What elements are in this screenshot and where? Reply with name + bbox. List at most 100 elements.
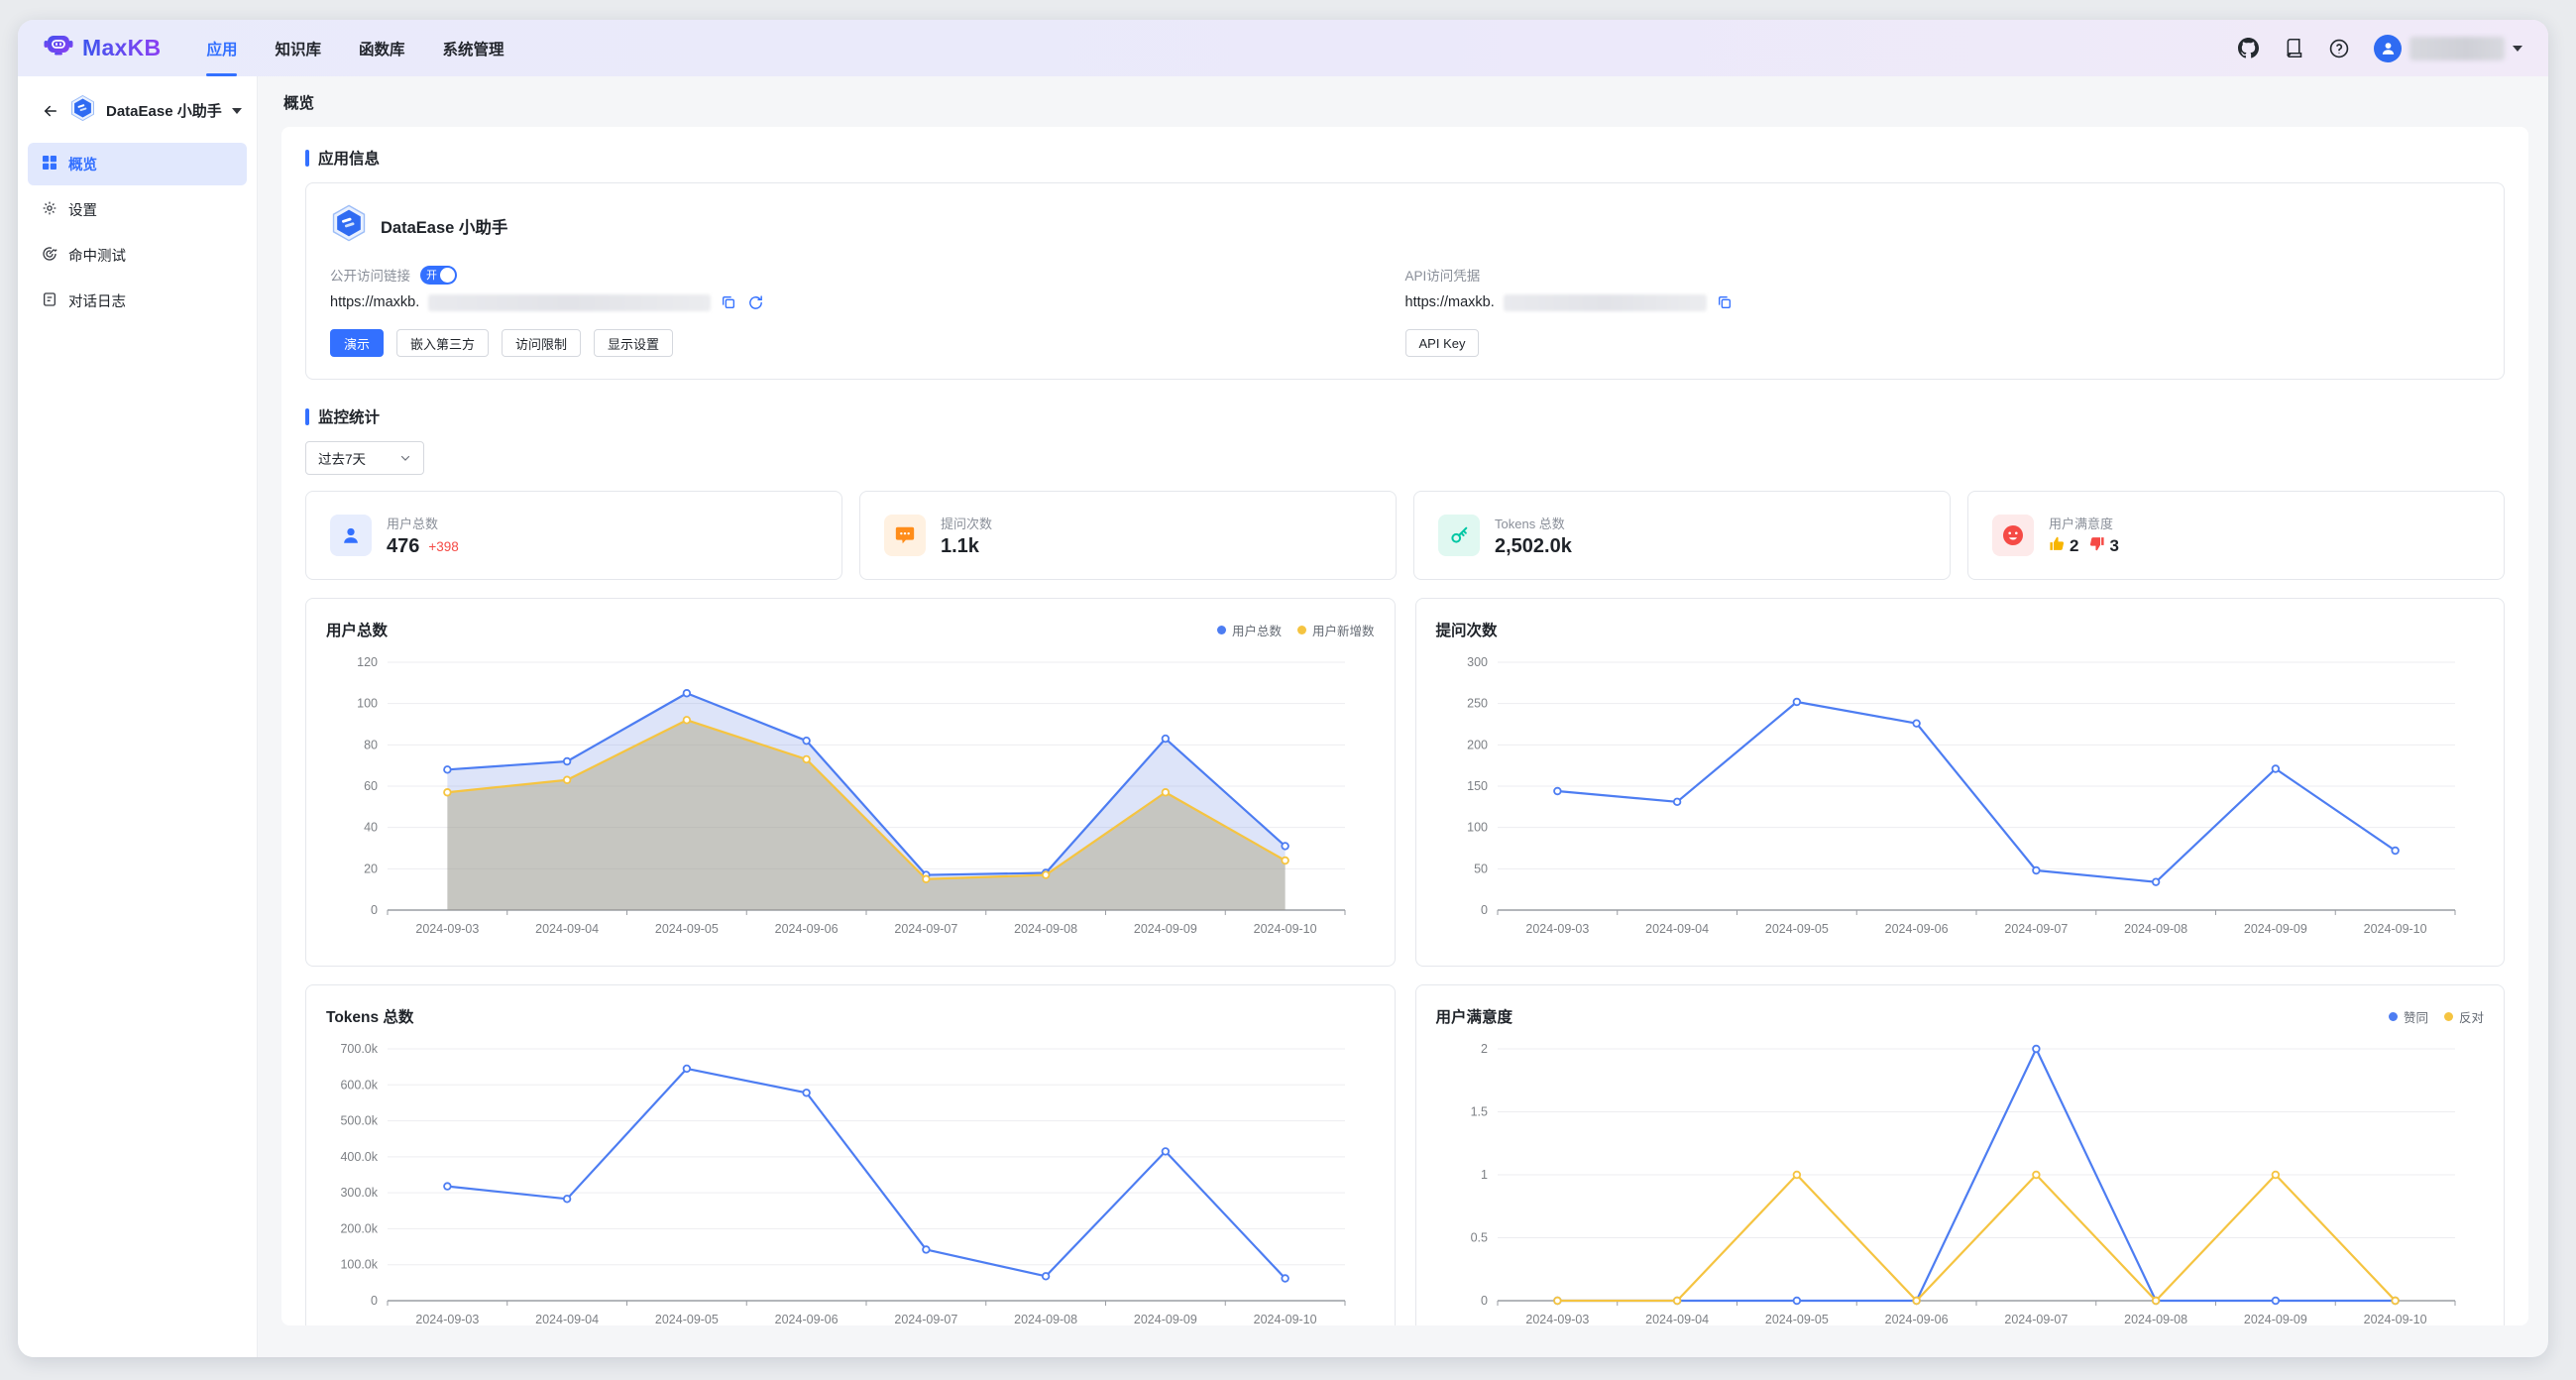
refresh-icon[interactable] <box>746 293 764 311</box>
copy-icon[interactable] <box>1716 293 1734 311</box>
time-range-value: 过去7天 <box>318 448 366 468</box>
svg-text:60: 60 <box>364 779 378 793</box>
display-settings-button[interactable]: 显示设置 <box>594 329 673 357</box>
sidebar-item-hit-test[interactable]: 命中测试 <box>28 234 247 277</box>
legend-dot <box>1217 626 1226 634</box>
svg-text:500.0k: 500.0k <box>340 1114 378 1128</box>
svg-text:150: 150 <box>1467 779 1488 793</box>
sidebar-item-label: 命中测试 <box>68 245 126 266</box>
legend-dot <box>2389 1012 2398 1021</box>
svg-text:2024-09-09: 2024-09-09 <box>2243 922 2306 936</box>
api-key-button[interactable]: API Key <box>1405 329 1480 357</box>
svg-text:2024-09-06: 2024-09-06 <box>1884 922 1948 936</box>
time-range-select[interactable]: 过去7天 <box>305 441 424 475</box>
svg-text:0: 0 <box>371 1294 378 1308</box>
svg-text:2024-09-08: 2024-09-08 <box>2124 1313 2187 1325</box>
app-hexagon-icon <box>330 203 368 248</box>
stat-card-tokens: Tokens 总数 2,502.0k <box>1413 491 1951 580</box>
svg-text:2024-09-06: 2024-09-06 <box>1884 1313 1948 1325</box>
toggle-knob <box>440 268 455 283</box>
back-arrow-icon[interactable] <box>42 102 59 120</box>
svg-text:300.0k: 300.0k <box>340 1186 378 1200</box>
svg-text:2024-09-03: 2024-09-03 <box>1525 922 1589 936</box>
access-restriction-button[interactable]: 访问限制 <box>502 329 581 357</box>
toggle-on-text: 开 <box>426 267 437 283</box>
sidebar-item-settings[interactable]: 设置 <box>28 188 247 231</box>
stat-card-users: 用户总数 476 +398 <box>305 491 842 580</box>
copy-icon[interactable] <box>720 293 737 311</box>
maxkb-logo[interactable]: MaxKB <box>44 33 161 63</box>
embed-third-party-button[interactable]: 嵌入第三方 <box>396 329 489 357</box>
redacted-url-segment <box>1504 294 1707 311</box>
maxkb-logo-icon <box>44 33 73 63</box>
svg-text:2024-09-05: 2024-09-05 <box>655 922 719 936</box>
docs-icon[interactable] <box>2283 38 2304 59</box>
svg-text:80: 80 <box>364 738 378 751</box>
sidebar-item-chat-logs[interactable]: 对话日志 <box>28 280 247 322</box>
legend-item[interactable]: 反对 <box>2444 1007 2484 1026</box>
stat-label: 用户满意度 <box>2049 514 2129 532</box>
public-link-toggle[interactable]: 开 <box>420 266 457 285</box>
svg-text:100: 100 <box>1467 821 1488 835</box>
section-title-text: 应用信息 <box>318 147 380 169</box>
overview-panel: 应用信息 DataEase 小助手 <box>281 127 2528 1325</box>
svg-text:2024-09-03: 2024-09-03 <box>415 1313 479 1325</box>
tab-functions[interactable]: 函数库 <box>359 20 405 76</box>
svg-text:2024-09-05: 2024-09-05 <box>1764 1313 1828 1325</box>
svg-text:0: 0 <box>1481 1294 1488 1308</box>
thumbs-up-count: 2 <box>2070 536 2078 556</box>
legend-item[interactable]: 用户新增数 <box>1297 621 1375 639</box>
redacted-url-segment <box>428 294 711 311</box>
logo-text: MaxKB <box>82 35 161 61</box>
chart-title: 用户满意度 <box>1436 1005 1513 1027</box>
tab-apps[interactable]: 应用 <box>206 20 237 76</box>
legend-item[interactable]: 赞同 <box>2389 1007 2428 1026</box>
public-link-label: 公开访问链接 <box>330 265 410 285</box>
chart-card-questions: 提问次数 0501001502002503002024-09-032024-09… <box>1415 598 2506 967</box>
chart-legend: 用户总数用户新增数 <box>1217 621 1375 639</box>
tab-system[interactable]: 系统管理 <box>443 20 504 76</box>
chart-title: 提问次数 <box>1436 619 1498 640</box>
svg-text:40: 40 <box>364 821 378 835</box>
user-menu[interactable] <box>2374 35 2522 62</box>
svg-text:2024-09-07: 2024-09-07 <box>894 1313 957 1325</box>
svg-text:2024-09-08: 2024-09-08 <box>1014 1313 1077 1325</box>
sidebar-item-overview[interactable]: 概览 <box>28 143 247 185</box>
legend-item[interactable]: 用户总数 <box>1217 621 1282 639</box>
api-credentials-block: API访问凭据 https://maxkb. <box>1405 264 2481 357</box>
line-chart: 00.511.522024-09-032024-09-042024-09-052… <box>1436 1033 2485 1325</box>
chart-card-total-users: 用户总数 用户总数用户新增数 0204060801001202024-09-03… <box>305 598 1396 967</box>
stat-card-satisfaction: 用户满意度 2 3 <box>1967 491 2505 580</box>
github-icon[interactable] <box>2237 38 2259 59</box>
sidebar-app-title[interactable]: DataEase 小助手 <box>106 100 222 121</box>
svg-text:2024-09-03: 2024-09-03 <box>415 922 479 936</box>
avatar <box>2374 35 2402 62</box>
svg-text:300: 300 <box>1467 655 1488 669</box>
redacted-username <box>2409 37 2505 60</box>
app-name: DataEase 小助手 <box>381 214 507 238</box>
svg-text:0.5: 0.5 <box>1470 1231 1487 1245</box>
svg-text:2024-09-07: 2024-09-07 <box>2004 922 2068 936</box>
stat-label: 提问次数 <box>941 514 992 532</box>
svg-text:2: 2 <box>1481 1042 1488 1056</box>
svg-text:50: 50 <box>1474 862 1488 875</box>
line-chart: 0204060801001202024-09-032024-09-042024-… <box>326 646 1375 957</box>
thumb-up-icon <box>2049 535 2066 558</box>
svg-text:2024-09-09: 2024-09-09 <box>1134 922 1197 936</box>
svg-text:0: 0 <box>1481 903 1488 917</box>
sidebar-item-label: 对话日志 <box>68 290 126 311</box>
chart-title: 用户总数 <box>326 619 388 640</box>
tab-knowledge[interactable]: 知识库 <box>275 20 321 76</box>
svg-text:2024-09-06: 2024-09-06 <box>775 922 839 936</box>
svg-text:20: 20 <box>364 862 378 875</box>
section-title-bar <box>305 150 309 167</box>
line-chart: 0501001502002503002024-09-032024-09-0420… <box>1436 646 2485 957</box>
svg-text:2024-09-04: 2024-09-04 <box>535 1313 599 1325</box>
charts-grid: 用户总数 用户总数用户新增数 0204060801001202024-09-03… <box>305 598 2505 1325</box>
svg-text:100: 100 <box>357 697 378 711</box>
help-icon[interactable] <box>2328 38 2350 59</box>
app-switcher-caret-icon[interactable] <box>232 108 242 114</box>
key-icon <box>1438 515 1480 556</box>
demo-button[interactable]: 演示 <box>330 329 384 357</box>
grid-icon <box>42 155 57 174</box>
